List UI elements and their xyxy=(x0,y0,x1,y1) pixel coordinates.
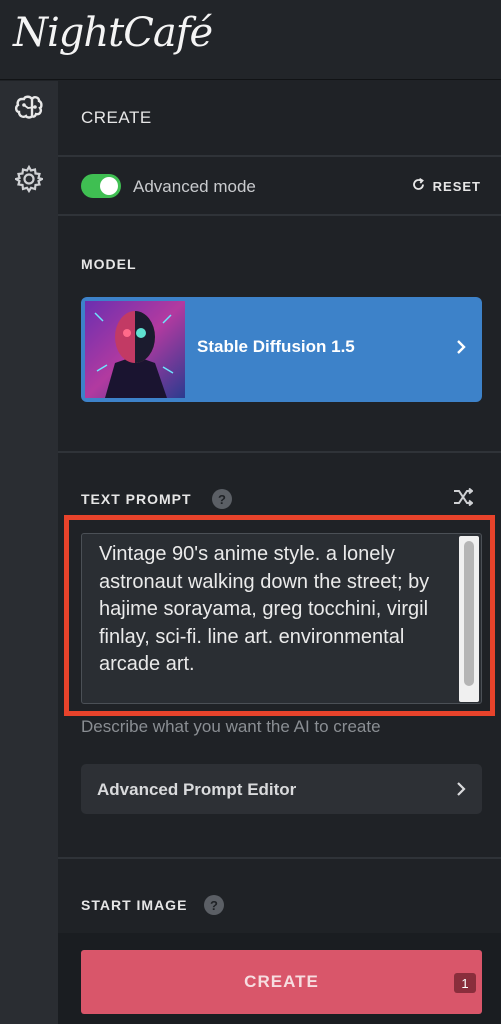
advanced-mode-label: Advanced mode xyxy=(133,177,256,196)
prompt-scrollbar-thumb[interactable] xyxy=(464,541,474,686)
top-bar: NightCafé xyxy=(0,0,501,80)
toggle-knob xyxy=(100,177,118,195)
advanced-prompt-editor-label: Advanced Prompt Editor xyxy=(97,780,297,799)
divider xyxy=(58,451,501,453)
divider xyxy=(58,214,501,216)
nightcafe-logo[interactable]: NightCafé xyxy=(13,10,213,56)
create-button-label: CREATE xyxy=(244,972,319,991)
advanced-prompt-editor-button[interactable]: Advanced Prompt Editor xyxy=(81,764,482,814)
model-section-label: MODEL xyxy=(81,256,137,272)
brain-icon xyxy=(14,93,44,126)
start-image-label: START IMAGE xyxy=(81,897,188,913)
reset-button[interactable]: RESET xyxy=(412,178,481,194)
divider xyxy=(58,155,501,157)
prompt-scrollbar[interactable] xyxy=(459,536,479,702)
model-name: Stable Diffusion 1.5 xyxy=(197,337,355,356)
create-panel: CREATE Advanced mode RESET MODEL Stable … xyxy=(58,81,501,1024)
text-prompt-textarea[interactable]: Vintage 90's anime style. a lonely astro… xyxy=(81,533,482,704)
text-prompt-label: TEXT PROMPT xyxy=(81,491,192,507)
chevron-right-icon xyxy=(456,339,466,360)
model-thumbnail xyxy=(85,301,185,398)
credit-cost-badge: 1 xyxy=(454,973,476,993)
chevron-right-icon xyxy=(456,781,466,802)
prompt-hint: Describe what you want the AI to create xyxy=(81,717,381,736)
rail-create-button[interactable] xyxy=(9,89,49,129)
rail-settings-button[interactable] xyxy=(9,161,49,201)
page-title: CREATE xyxy=(81,108,152,127)
left-rail xyxy=(0,81,58,1024)
advanced-mode-toggle[interactable] xyxy=(81,174,121,198)
refresh-icon xyxy=(412,178,425,194)
reset-label: RESET xyxy=(432,178,481,194)
shuffle-icon[interactable] xyxy=(453,487,474,511)
model-selector[interactable]: Stable Diffusion 1.5 xyxy=(81,297,482,402)
gear-icon xyxy=(13,164,45,198)
create-button[interactable]: CREATE 1 xyxy=(81,950,482,1014)
text-prompt-help-icon[interactable]: ? xyxy=(212,489,232,509)
text-prompt-value: Vintage 90's anime style. a lonely astro… xyxy=(99,543,430,675)
start-image-help-icon[interactable]: ? xyxy=(204,895,224,915)
divider xyxy=(58,857,501,859)
